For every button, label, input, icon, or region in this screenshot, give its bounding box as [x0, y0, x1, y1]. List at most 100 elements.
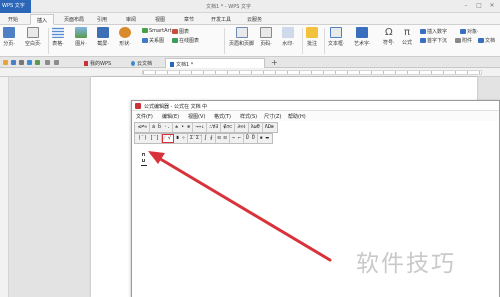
- ribbon-divider: [324, 28, 325, 54]
- textbox-button[interactable]: 文本框·: [328, 27, 345, 47]
- page-break-button[interactable]: 分页·: [3, 27, 15, 47]
- tab-insert[interactable]: 插入: [30, 14, 55, 25]
- menu-format[interactable]: 格式(T): [214, 113, 231, 120]
- tab-section[interactable]: 章节: [184, 16, 194, 23]
- watermark-icon: [282, 27, 294, 38]
- preview-icon[interactable]: [27, 60, 32, 65]
- comment-button[interactable]: 批注: [306, 27, 318, 47]
- shape-button[interactable]: 形状·: [119, 27, 131, 47]
- tab-home[interactable]: 开始: [8, 16, 18, 23]
- ribbon-divider: [302, 28, 303, 54]
- relation-chart-button[interactable]: 关系图: [142, 37, 164, 44]
- close-icon[interactable]: ✕: [488, 2, 496, 10]
- chart-icon: [172, 29, 178, 34]
- chart-button[interactable]: 图表: [172, 28, 189, 35]
- minimize-icon[interactable]: –: [462, 2, 470, 10]
- tab-my-wps[interactable]: 我的WPS: [80, 58, 115, 68]
- tab-document1[interactable]: 文档1 *: [165, 58, 265, 68]
- template-fences-button[interactable]: (¨) [¨]: [136, 134, 163, 143]
- insertion-point: [141, 165, 147, 166]
- palette-spaces-button[interactable]: ȧ b̈ ·.: [150, 123, 174, 132]
- wps-home-icon: [84, 61, 88, 66]
- palette-greek-upper-button[interactable]: ΛΩ⊗: [263, 123, 276, 132]
- title-bar: WPS 文字 文档1 * - WPS 文字 – □ ✕: [0, 0, 500, 13]
- symbol-button[interactable]: Ω 符号·: [383, 27, 395, 46]
- palette-arrows-button[interactable]: →⇔↓: [193, 123, 208, 132]
- document-icon: [478, 38, 484, 43]
- screenshot-button[interactable]: 截屏·: [97, 27, 109, 47]
- menu-help[interactable]: 帮助(H): [288, 113, 306, 120]
- tab-references[interactable]: 引用: [97, 16, 107, 23]
- tab-cloud-doc[interactable]: 云文档: [127, 58, 156, 68]
- formula-button[interactable]: π 公式: [402, 27, 412, 46]
- smartart-button[interactable]: SmartArt: [142, 28, 172, 34]
- online-chart-button[interactable]: 在线图表: [172, 37, 199, 44]
- palette-misc-button[interactable]: ∂∞ℓ: [235, 123, 249, 132]
- watermark: 软件技巧: [356, 238, 496, 278]
- palette-logic-button[interactable]: ∴∀∃: [207, 123, 222, 132]
- relation-icon: [142, 38, 148, 43]
- palette-relations-button[interactable]: ≤≠≈: [136, 123, 151, 132]
- ribbon-toolbar: 分页· 空白页· 表格· 图片· 截屏· 形状· SmartArt 图表 关系图…: [0, 25, 500, 57]
- app-badge[interactable]: WPS 文字: [0, 0, 31, 13]
- template-bars-button[interactable]: ⊡ ⊡: [216, 134, 230, 143]
- save-icon[interactable]: [11, 60, 16, 65]
- template-matrix-button[interactable]: ▪ ▬: [258, 134, 271, 143]
- document-button[interactable]: 文档: [478, 37, 495, 44]
- page-number-button[interactable]: 页码·: [260, 27, 272, 47]
- wordart-button[interactable]: 艺术字·: [354, 27, 371, 47]
- wordart-icon: [356, 27, 369, 38]
- redo-icon[interactable]: [54, 60, 59, 65]
- add-tab-button[interactable]: +: [271, 58, 278, 67]
- tab-view[interactable]: 视图: [155, 16, 165, 23]
- menu-size[interactable]: 尺寸(Z): [264, 113, 281, 120]
- palette-greek-lower-button[interactable]: λωθ: [249, 123, 263, 132]
- open-folder-icon[interactable]: [3, 60, 8, 65]
- template-integral-button[interactable]: ∫ ∮: [202, 134, 216, 143]
- ribbon-divider: [48, 28, 49, 54]
- tab-developer[interactable]: 开发工具: [211, 16, 231, 23]
- app-badge-label: WPS 文字: [2, 3, 25, 9]
- blank-page-icon: [27, 27, 40, 38]
- menu-file[interactable]: 文件(F): [136, 113, 153, 120]
- maximize-icon[interactable]: □: [475, 2, 483, 10]
- template-products-button[interactable]: Ū Ů: [244, 134, 258, 143]
- window-title: 文档1 * - WPS 文字: [206, 4, 251, 10]
- equation-editor-title: 公式编辑器 - 公式在 文档 中: [144, 104, 208, 110]
- palette-operators-button[interactable]: ± • ⊗: [173, 123, 194, 132]
- template-subscript-button[interactable]: ∎ ∘: [174, 134, 188, 143]
- template-arrows-button[interactable]: → ←: [230, 134, 244, 143]
- template-summation-button[interactable]: Σ̈ Σ̈: [188, 134, 202, 143]
- menu-edit[interactable]: 编辑(E): [162, 113, 179, 120]
- attachment-button[interactable]: 附件: [455, 37, 472, 44]
- tab-page-layout[interactable]: 页面布局: [64, 16, 84, 23]
- menu-style[interactable]: 样式(S): [240, 113, 257, 120]
- doc-icon: [170, 62, 174, 67]
- input-slot[interactable]: [142, 153, 145, 162]
- table-button[interactable]: 表格·: [52, 27, 64, 47]
- document-tab-bar: 我的WPS 云文档 文档1 * +: [0, 57, 500, 68]
- formula-icon: π: [403, 27, 411, 38]
- dropcap-button[interactable]: 首字下沉: [420, 37, 447, 44]
- template-fraction-radical-button[interactable]: ⁄ √: [162, 134, 174, 143]
- comment-icon: [306, 27, 318, 38]
- ribbon-tab-bar: 开始 插入 页面布局 引用 审阅 视图 章节 开发工具 云服务: [0, 13, 500, 25]
- screenshot-icon: [97, 27, 109, 38]
- insert-number-button[interactable]: 插入数字: [420, 28, 447, 35]
- menu-view[interactable]: 视图(V): [188, 113, 205, 120]
- equation-editor-titlebar[interactable]: 公式编辑器 - 公式在 文档 中: [132, 101, 499, 111]
- palette-sets-button[interactable]: ∉∩⊂: [221, 123, 236, 132]
- shape-icon: [119, 27, 131, 38]
- symbol-palette: ≤≠≈ ȧ b̈ ·. ± • ⊗ →⇔↓ ∴∀∃ ∉∩⊂ ∂∞ℓ λωθ ΛΩ⊗: [134, 122, 278, 133]
- undo-icon[interactable]: [45, 60, 50, 65]
- watermark-button[interactable]: 水印·: [282, 27, 294, 47]
- dropcap-icon: [420, 38, 426, 43]
- tab-review[interactable]: 审阅: [126, 16, 136, 23]
- picture-button[interactable]: 图片·: [75, 27, 87, 47]
- object-button[interactable]: 对象·: [460, 28, 479, 35]
- print-icon[interactable]: [19, 60, 24, 65]
- header-footer-button[interactable]: 页眉和页脚: [229, 27, 254, 47]
- blank-page-button[interactable]: 空白页·: [25, 27, 42, 47]
- tab-cloud[interactable]: 云服务: [247, 16, 262, 23]
- spellcheck-icon[interactable]: [35, 60, 40, 65]
